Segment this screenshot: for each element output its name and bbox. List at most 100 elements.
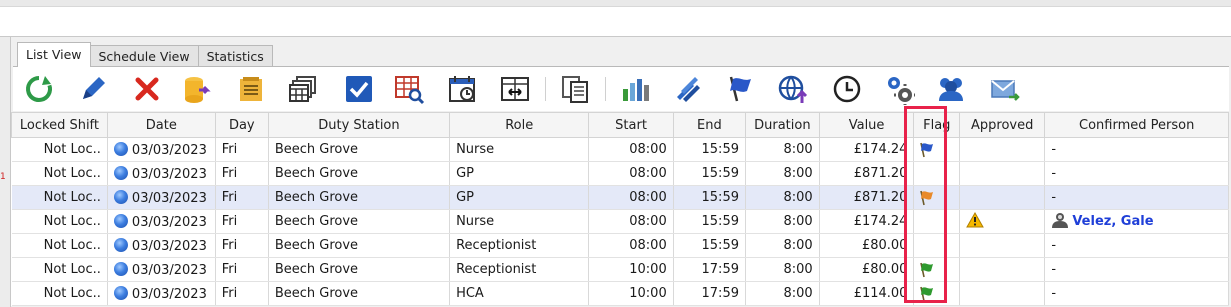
cell-date[interactable]: 03/03/2023	[107, 209, 216, 234]
cell-value[interactable]: £174.24	[819, 209, 915, 234]
tab-list-view[interactable]: List View	[17, 42, 91, 67]
col-confirmed-person[interactable]: Confirmed Person	[1044, 112, 1229, 138]
globe-upload-icon[interactable]	[777, 73, 809, 105]
cell-confirmed-person[interactable]: -	[1044, 257, 1229, 282]
cell-end[interactable]: 15:59	[673, 185, 746, 210]
cell-end[interactable]: 17:59	[673, 257, 746, 282]
cell-duration[interactable]: 8:00	[745, 233, 820, 258]
cell-duty-station[interactable]: Beech Grove	[268, 257, 451, 282]
window-stack-icon[interactable]	[287, 73, 319, 105]
cell-flag[interactable]	[913, 281, 961, 306]
cell-locked-shift[interactable]: Not Loc..	[11, 257, 108, 282]
cell-flag[interactable]	[913, 185, 961, 210]
notes-icon[interactable]	[235, 73, 267, 105]
cell-duration[interactable]: 8:00	[745, 281, 820, 306]
cell-start[interactable]: 10:00	[588, 281, 674, 306]
cell-duration[interactable]: 8:00	[745, 257, 820, 282]
cell-role[interactable]: Nurse	[449, 209, 590, 234]
cell-day[interactable]: Fri	[215, 281, 269, 306]
cell-approved[interactable]	[959, 233, 1046, 258]
cell-role[interactable]: HCA	[449, 281, 590, 306]
cell-duty-station[interactable]: Beech Grove	[268, 209, 451, 234]
settings-gears-icon[interactable]	[883, 73, 915, 105]
blue-flag-icon[interactable]	[918, 142, 958, 158]
col-day[interactable]: Day	[214, 112, 269, 138]
cell-value[interactable]: £80.00	[819, 257, 915, 282]
cell-start[interactable]: 10:00	[588, 257, 674, 282]
cell-start[interactable]: 08:00	[588, 233, 674, 258]
cell-value[interactable]: £871.20	[819, 185, 915, 210]
cell-value[interactable]: £80.00	[819, 233, 915, 258]
delete-x-icon[interactable]	[131, 73, 163, 105]
cell-locked-shift[interactable]: Not Loc..	[11, 137, 108, 162]
green-flag-icon[interactable]	[918, 286, 958, 302]
cell-end[interactable]: 15:59	[673, 137, 746, 162]
cell-day[interactable]: Fri	[215, 185, 269, 210]
cell-locked-shift[interactable]: Not Loc..	[11, 185, 108, 210]
cell-approved[interactable]	[959, 209, 1046, 234]
cell-duration[interactable]: 8:00	[745, 185, 820, 210]
cell-end[interactable]: 15:59	[673, 209, 746, 234]
cell-locked-shift[interactable]: Not Loc..	[11, 209, 108, 234]
cell-value[interactable]: £871.20	[819, 161, 915, 186]
confirmed-person-name[interactable]: Velez, Gale	[1072, 214, 1153, 229]
cell-approved[interactable]	[959, 281, 1046, 306]
table-row[interactable]: Not Loc.. 03/03/2023 Fri Beech Grove GP 08:00…	[11, 161, 1229, 186]
cell-day[interactable]: Fri	[215, 257, 269, 282]
table-row[interactable]: Not Loc.. 03/03/2023 Fri Beech Grove Nurse 08…	[11, 209, 1229, 234]
cell-locked-shift[interactable]: Not Loc..	[11, 161, 108, 186]
cell-approved[interactable]	[959, 137, 1046, 162]
split-columns-icon[interactable]	[499, 73, 531, 105]
bar-chart-icon[interactable]	[619, 73, 651, 105]
database-export-icon[interactable]	[181, 73, 213, 105]
flag-icon[interactable]	[725, 73, 757, 105]
users-icon[interactable]	[935, 73, 967, 105]
table-search-icon[interactable]	[393, 73, 425, 105]
cell-date[interactable]: 03/03/2023	[107, 185, 216, 210]
col-duration[interactable]: Duration	[744, 112, 820, 138]
cell-start[interactable]: 08:00	[588, 185, 674, 210]
col-value[interactable]: Value	[818, 112, 915, 138]
tab-statistics[interactable]: Statistics	[197, 45, 273, 67]
cell-flag[interactable]	[913, 257, 961, 282]
cell-duty-station[interactable]: Beech Grove	[268, 137, 451, 162]
col-locked-shift[interactable]: Locked Shift	[11, 112, 108, 138]
cell-confirmed-person[interactable]: -	[1044, 185, 1229, 210]
cell-duty-station[interactable]: Beech Grove	[268, 233, 451, 258]
cell-flag[interactable]	[913, 209, 961, 234]
cell-duration[interactable]: 8:00	[745, 137, 820, 162]
cell-date[interactable]: 03/03/2023	[107, 257, 216, 282]
col-flag[interactable]: Flag	[913, 112, 961, 138]
col-start[interactable]: Start	[588, 112, 674, 138]
cell-confirmed-person[interactable]: Velez, Gale	[1044, 209, 1229, 234]
cell-role[interactable]: Nurse	[449, 137, 590, 162]
table-row[interactable]: Not Loc.. 03/03/2023 Fri Beech Grove HCA 10:0…	[11, 281, 1229, 306]
cell-value[interactable]: £114.00	[819, 281, 915, 306]
clock-icon[interactable]	[831, 73, 863, 105]
cell-locked-shift[interactable]: Not Loc..	[11, 233, 108, 258]
cell-end[interactable]: 15:59	[673, 233, 746, 258]
cell-day[interactable]: Fri	[215, 209, 269, 234]
checkbox-icon[interactable]	[343, 73, 375, 105]
cell-role[interactable]: Receptionist	[449, 233, 590, 258]
refresh-icon[interactable]	[23, 73, 55, 105]
tab-schedule-view[interactable]: Schedule View	[89, 45, 199, 67]
cell-start[interactable]: 08:00	[588, 137, 674, 162]
cell-flag[interactable]	[913, 161, 961, 186]
col-date[interactable]: Date	[106, 112, 216, 138]
cell-confirmed-person[interactable]: -	[1044, 281, 1229, 306]
cell-day[interactable]: Fri	[215, 161, 269, 186]
orange-flag-icon[interactable]	[918, 190, 958, 206]
calendar-clock-icon[interactable]	[447, 73, 479, 105]
cell-date[interactable]: 03/03/2023	[107, 137, 216, 162]
col-role[interactable]: Role	[449, 112, 590, 138]
cell-flag[interactable]	[913, 137, 961, 162]
col-approved[interactable]: Approved	[959, 112, 1046, 138]
table-row[interactable]: Not Loc.. 03/03/2023 Fri Beech Grove Nurse 08…	[11, 137, 1229, 162]
cell-date[interactable]: 03/03/2023	[107, 161, 216, 186]
cell-duration[interactable]: 8:00	[745, 161, 820, 186]
table-row[interactable]: Not Loc.. 03/03/2023 Fri Beech Grove Recepti…	[11, 233, 1229, 258]
edit-pencil-icon[interactable]	[77, 73, 109, 105]
cell-approved[interactable]	[959, 185, 1046, 210]
cell-end[interactable]: 15:59	[673, 161, 746, 186]
